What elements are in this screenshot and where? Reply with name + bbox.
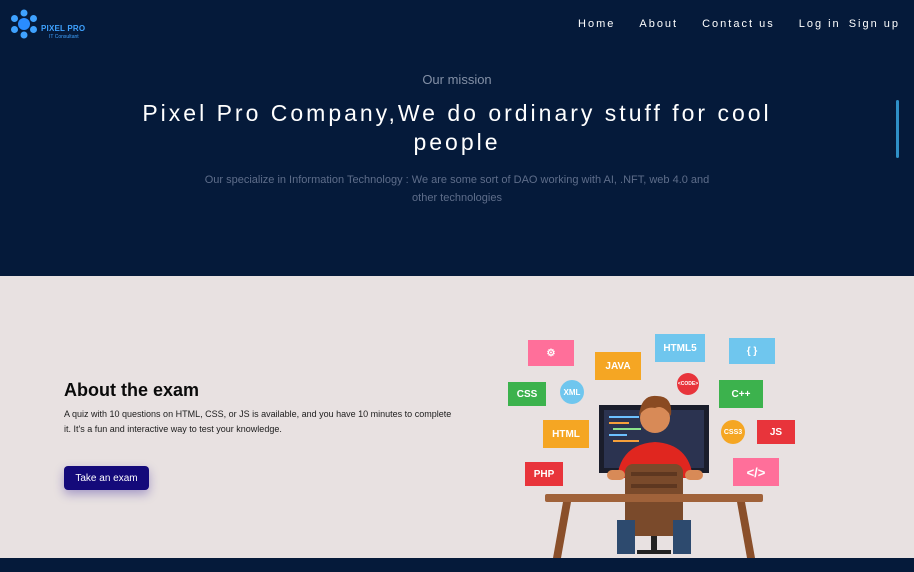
brand-name: PIXEL PRO — [41, 24, 86, 33]
logo-hexagon-icon — [11, 9, 37, 39]
php-tag: PHP — [525, 462, 563, 486]
code-tag: <CODE> — [677, 373, 699, 395]
css3-tag: CSS3 — [721, 420, 745, 444]
scrollbar[interactable] — [896, 100, 899, 158]
nav-home[interactable]: Home — [578, 18, 615, 30]
about-title: About the exam — [64, 380, 200, 400]
developer-illustration: ⚙ HTML5 { } JAVA <CODE> CSS XML C++ HTML… — [505, 330, 805, 558]
logo[interactable]: PIXEL PRO IT Consultant — [9, 9, 89, 40]
take-exam-button[interactable]: Take an exam — [64, 466, 149, 490]
html5-tag: HTML5 — [655, 334, 705, 362]
brand-tagline: IT Consultant — [49, 34, 79, 40]
top-nav: Home About Contact us Log in Sign up — [554, 18, 900, 30]
braces-tag: { } — [729, 338, 775, 364]
about-text: A quiz with 10 questions on HTML, CSS, o… — [64, 409, 452, 434]
nav-contact[interactable]: Contact us — [702, 18, 775, 30]
css-tag: CSS — [508, 382, 546, 406]
nav-about[interactable]: About — [639, 18, 678, 30]
gear-tag-icon: ⚙ — [528, 340, 574, 366]
cpp-tag: C++ — [719, 380, 763, 408]
js-tag: JS — [757, 420, 795, 444]
hero-description: Our specialize in Information Technology… — [204, 174, 710, 204]
html-tag: HTML — [543, 420, 589, 448]
hero-headline: Pixel Pro Company,We do ordinary stuff f… — [142, 100, 772, 155]
closing-tag: </> — [733, 458, 779, 486]
nav-signup[interactable]: Sign up — [849, 18, 900, 30]
java-tag: JAVA — [595, 352, 641, 380]
xml-tag: XML — [560, 380, 584, 404]
hero-eyebrow: Our mission — [422, 72, 492, 87]
nav-login[interactable]: Log in — [799, 18, 841, 30]
footer-strip — [0, 558, 914, 572]
hero-section: PIXEL PRO IT Consultant Home About Conta… — [0, 0, 914, 276]
